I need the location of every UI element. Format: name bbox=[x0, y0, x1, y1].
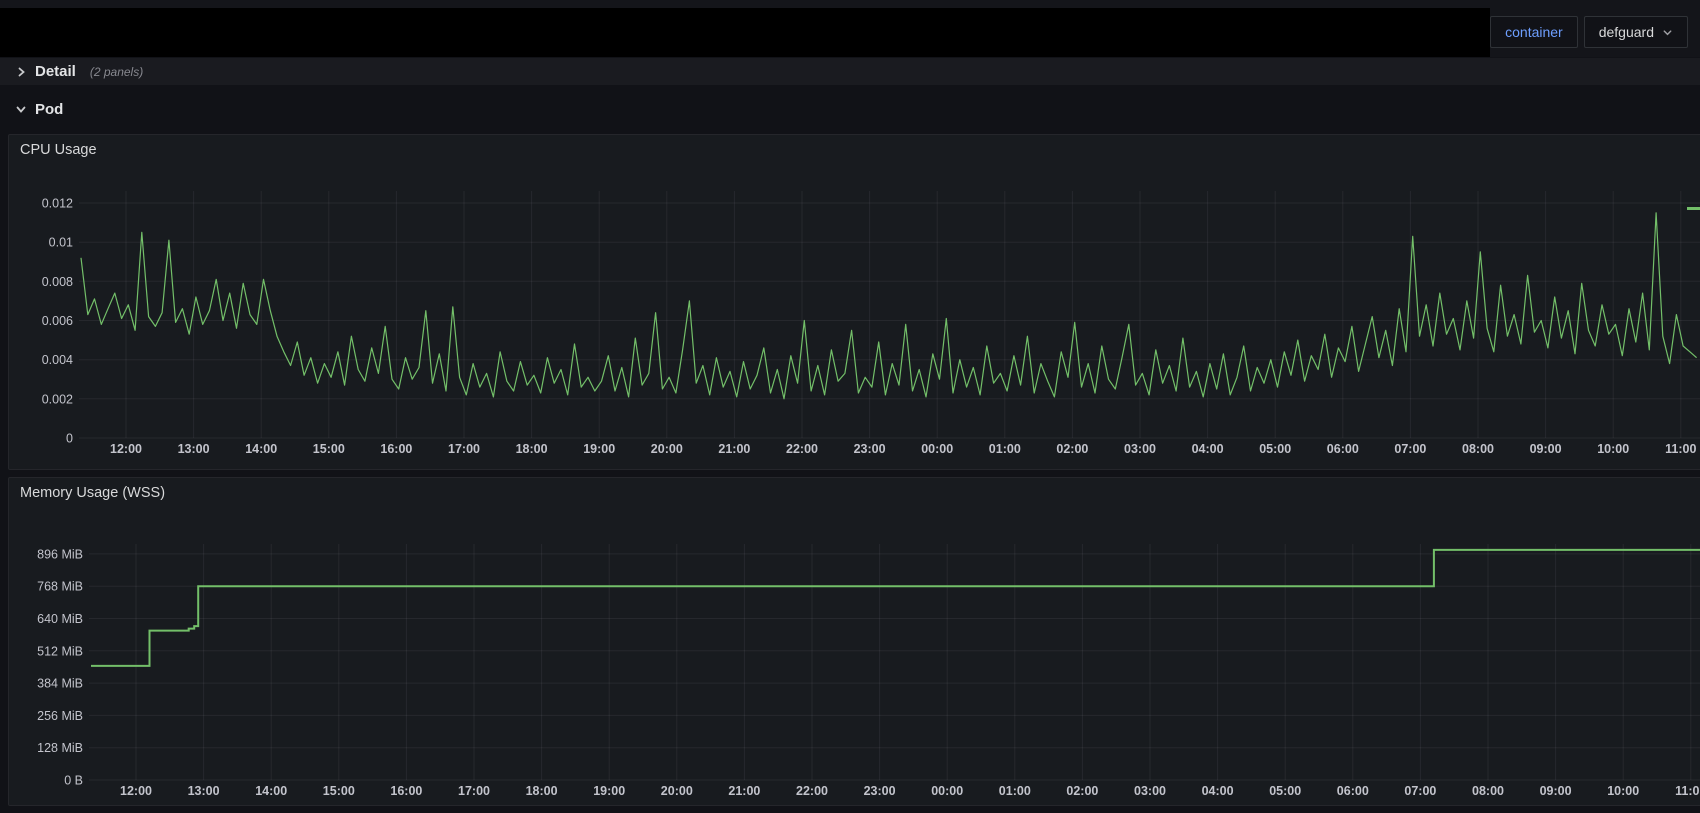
x-axis-tick-label: 17:00 bbox=[458, 784, 490, 798]
x-axis-tick-label: 15:00 bbox=[323, 784, 355, 798]
x-axis-tick-label: 18:00 bbox=[526, 784, 558, 798]
cpu-usage-series-line bbox=[81, 213, 1697, 399]
x-axis-tick-label: 18:00 bbox=[516, 442, 548, 456]
series-edge-marker bbox=[1687, 207, 1700, 210]
chevron-right-icon bbox=[15, 66, 27, 78]
y-axis-tick-label: 768 MiB bbox=[37, 580, 83, 594]
x-axis-tick-label: 09:00 bbox=[1530, 442, 1562, 456]
x-axis-tick-label: 17:00 bbox=[448, 442, 480, 456]
x-axis-tick-label: 08:00 bbox=[1462, 442, 1494, 456]
panel-title[interactable]: Memory Usage (WSS) bbox=[20, 485, 165, 501]
x-axis-tick-label: 21:00 bbox=[728, 784, 760, 798]
x-axis-tick-label: 06:00 bbox=[1337, 784, 1369, 798]
y-axis-tick-label: 0.002 bbox=[42, 392, 73, 406]
x-axis-tick-label: 05:00 bbox=[1259, 442, 1291, 456]
x-axis-tick-label: 21:00 bbox=[718, 442, 750, 456]
x-axis-tick-label: 15:00 bbox=[313, 442, 345, 456]
chevron-down-icon bbox=[15, 103, 27, 115]
variable-value-text: defguard bbox=[1599, 24, 1654, 40]
variable-label-container[interactable]: container bbox=[1490, 16, 1578, 48]
row-title: Pod bbox=[35, 101, 63, 118]
x-axis-tick-label: 07:00 bbox=[1404, 784, 1436, 798]
cpu-usage-chart[interactable]: 0 0.002 0.004 0.006 0.008 0.01 0.012 12:00 13:00… bbox=[9, 135, 1700, 470]
y-axis-tick-label: 896 MiB bbox=[37, 547, 83, 561]
redacted-breadcrumb-area bbox=[0, 8, 1490, 57]
panel-title[interactable]: CPU Usage bbox=[20, 142, 97, 158]
x-axis-tick-label: 04:00 bbox=[1192, 442, 1224, 456]
dashboard-row-pod[interactable]: Pod bbox=[15, 96, 63, 122]
x-axis-tick-label: 22:00 bbox=[786, 442, 818, 456]
x-axis-tick-label: 12:00 bbox=[120, 784, 152, 798]
x-axis-tick-label: 10:00 bbox=[1597, 442, 1629, 456]
x-axis-tick-label: 13:00 bbox=[188, 784, 220, 798]
top-toolbar: container defguard bbox=[0, 0, 1700, 57]
variable-value-dropdown[interactable]: defguard bbox=[1584, 16, 1688, 48]
x-axis-tick-label: 22:00 bbox=[796, 784, 828, 798]
y-axis-tick-label: 0 bbox=[66, 432, 73, 446]
row-panel-count: (2 panels) bbox=[90, 65, 143, 79]
x-axis-tick-label: 04:00 bbox=[1202, 784, 1234, 798]
x-axis-tick-label: 14:00 bbox=[245, 442, 277, 456]
variable-label-text: container bbox=[1505, 24, 1563, 40]
chevron-down-icon bbox=[1662, 27, 1673, 38]
x-axis-tick-label: 03:00 bbox=[1134, 784, 1166, 798]
x-axis-tick-label: 19:00 bbox=[593, 784, 625, 798]
row-title: Detail bbox=[35, 63, 76, 80]
memory-usage-chart[interactable]: 0 B 128 MiB 256 MiB 384 MiB 512 MiB 640 MiB 76… bbox=[9, 478, 1700, 806]
y-axis-tick-label: 0.006 bbox=[42, 314, 73, 328]
x-axis-tick-label: 23:00 bbox=[854, 442, 886, 456]
template-variable-group: container defguard bbox=[1490, 16, 1688, 48]
panel-memory-usage: 0 B 128 MiB 256 MiB 384 MiB 512 MiB 640 MiB 76… bbox=[8, 477, 1700, 806]
y-axis-tick-label: 0.008 bbox=[42, 275, 73, 289]
x-axis-tick-label: 00:00 bbox=[921, 442, 953, 456]
x-axis-tick-label: 05:00 bbox=[1269, 784, 1301, 798]
memory-usage-series-line bbox=[91, 550, 1700, 666]
x-axis-tick-label: 16:00 bbox=[390, 784, 422, 798]
x-axis-tick-label: 12:00 bbox=[110, 442, 142, 456]
x-axis-tick-label: 19:00 bbox=[583, 442, 615, 456]
x-axis-tick-label: 10:00 bbox=[1607, 784, 1639, 798]
y-axis-tick-label: 0.004 bbox=[42, 353, 73, 367]
x-axis-tick-label: 11:00 bbox=[1675, 784, 1700, 798]
x-axis-tick-label: 02:00 bbox=[1066, 784, 1098, 798]
x-axis-tick-label: 20:00 bbox=[651, 442, 683, 456]
x-axis-tick-label: 14:00 bbox=[255, 784, 287, 798]
x-axis-tick-label: 13:00 bbox=[178, 442, 210, 456]
x-axis-tick-label: 02:00 bbox=[1056, 442, 1088, 456]
y-axis-tick-label: 256 MiB bbox=[37, 709, 83, 723]
y-axis-tick-label: 0.012 bbox=[42, 197, 73, 211]
x-axis-tick-label: 03:00 bbox=[1124, 442, 1156, 456]
x-axis-tick-label: 08:00 bbox=[1472, 784, 1504, 798]
y-axis-tick-label: 0 B bbox=[64, 774, 83, 788]
x-axis-tick-label: 00:00 bbox=[931, 784, 963, 798]
x-axis-tick-label: 16:00 bbox=[380, 442, 412, 456]
x-axis-tick-label: 01:00 bbox=[989, 442, 1021, 456]
x-axis-tick-label: 07:00 bbox=[1394, 442, 1426, 456]
y-axis-tick-label: 512 MiB bbox=[37, 644, 83, 658]
x-axis-tick-label: 01:00 bbox=[999, 784, 1031, 798]
y-axis-tick-label: 384 MiB bbox=[37, 677, 83, 691]
panel-cpu-usage: 0 0.002 0.004 0.006 0.008 0.01 0.012 12:00 13:00… bbox=[8, 134, 1700, 470]
y-axis-tick-label: 128 MiB bbox=[37, 741, 83, 755]
dashboard-row-detail[interactable]: Detail (2 panels) bbox=[0, 58, 1700, 85]
x-axis-tick-label: 20:00 bbox=[661, 784, 693, 798]
x-axis-tick-label: 06:00 bbox=[1327, 442, 1359, 456]
x-axis-tick-label: 23:00 bbox=[864, 784, 896, 798]
y-axis-tick-label: 640 MiB bbox=[37, 612, 83, 626]
y-axis-tick-label: 0.01 bbox=[49, 236, 73, 250]
x-axis-tick-label: 09:00 bbox=[1540, 784, 1572, 798]
x-axis-tick-label: 11:00 bbox=[1665, 442, 1696, 456]
